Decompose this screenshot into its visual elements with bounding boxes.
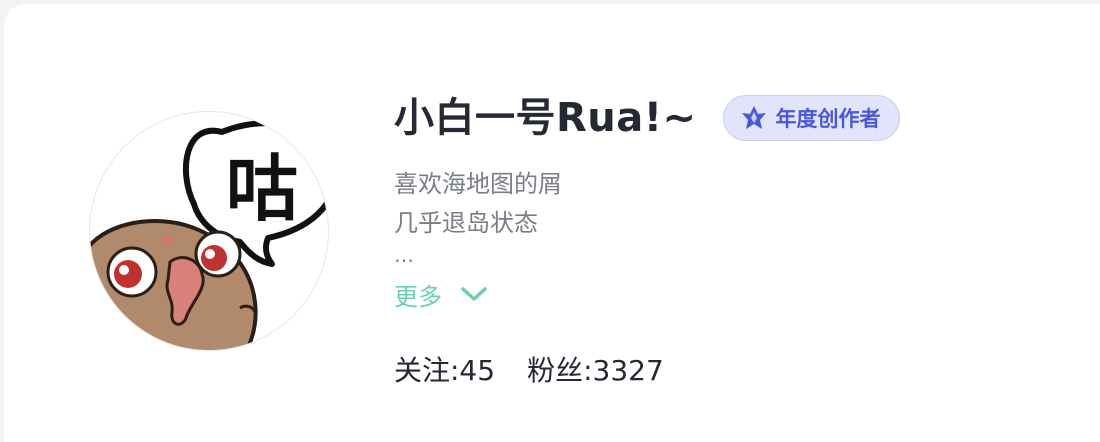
bio-ellipsis: … [394, 243, 415, 267]
diamond-crest-icon [741, 106, 766, 129]
name-row: 小白一号Rua!~ 年度创作者 [394, 90, 900, 146]
nickname: 小白一号Rua!~ [394, 95, 697, 141]
chevron-down-icon [461, 287, 487, 301]
following-count[interactable]: 关注:45 [394, 349, 495, 389]
followers-count[interactable]: 粉丝:3327 [527, 349, 664, 389]
avatar-speech-text: 咕 [226, 147, 298, 231]
stats-row: 关注:45 粉丝:3327 [394, 349, 664, 389]
avatar-illustration: 咕 [90, 120, 328, 350]
profile-card: 咕 小白一号Rua!~ 年度创作者 喜欢海地图的屑 几乎退岛状态 … 更多 关注… [4, 4, 1100, 442]
avatar[interactable]: 咕 [89, 111, 329, 351]
bio-line-2: 几乎退岛状态 [394, 209, 538, 237]
badge-label: 年度创作者 [775, 107, 881, 131]
creator-badge[interactable]: 年度创作者 [722, 95, 900, 141]
bio-line-1: 喜欢海地图的屑 [394, 170, 562, 198]
more-label: 更多 [394, 282, 442, 311]
more-toggle[interactable]: 更多 [394, 276, 488, 312]
